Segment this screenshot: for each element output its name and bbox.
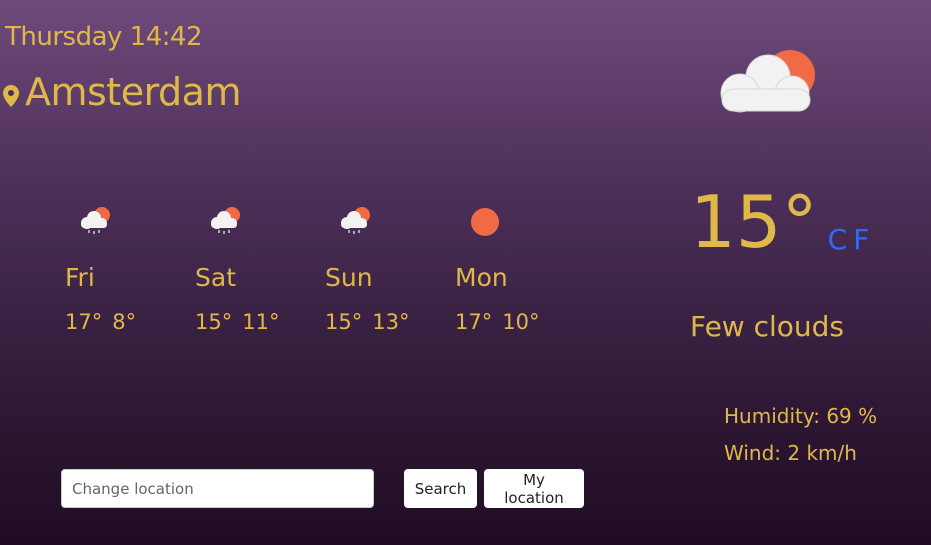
forecast-min: 8° [112,310,137,334]
forecast-list: Fri 17° 8° Sat 15° 11° Sun 15° 13° Mon 1… [60,205,580,334]
forecast-day-name: Fri [65,263,95,292]
rain-cloud-icon [81,207,110,234]
current-temperature: 15° [690,180,818,264]
forecast-day-name: Sun [325,263,373,292]
unit-toggle: CF [828,223,876,256]
humidity-text: Humidity: 69 % [724,404,878,428]
forecast-temps: 17° 10° [450,310,580,334]
weather-description: Few clouds [690,310,845,343]
rain-cloud-icon [211,207,240,234]
forecast-max: 15° [325,310,363,334]
my-location-button[interactable]: My location [484,469,584,508]
forecast-min: 13° [372,310,410,334]
search-input[interactable] [61,469,374,508]
forecast-day-name: Sat [195,263,236,292]
forecast-temps: 15° 13° [320,310,450,334]
forecast-min: 10° [502,310,540,334]
current-temperature-block: 15° CF [690,182,875,262]
unit-celsius-link[interactable]: C [828,223,854,256]
forecast-max: 17° [65,310,103,334]
forecast-day: Fri 17° 8° [60,205,190,334]
rain-cloud-icon [341,207,370,234]
forecast-max: 15° [195,310,233,334]
wind-text: Wind: 2 km/h [724,441,857,465]
unit-fahrenheit-link[interactable]: F [853,223,875,256]
forecast-max: 17° [455,310,493,334]
forecast-day-name: Mon [455,263,508,292]
sun-icon [471,208,499,236]
forecast-day: Mon 17° 10° [450,205,580,334]
forecast-min: 11° [242,310,280,334]
forecast-temps: 15° 11° [190,310,320,334]
search-button[interactable]: Search [404,469,477,508]
map-pin-icon [3,85,19,107]
city-header: Amsterdam [3,70,241,114]
forecast-day: Sun 15° 13° [320,205,450,334]
few-clouds-icon [720,50,815,113]
forecast-day: Sat 15° 11° [190,205,320,334]
city-name: Amsterdam [25,70,241,114]
forecast-temps: 17° 8° [60,310,190,334]
date-time: Thursday 14:42 [5,22,203,52]
